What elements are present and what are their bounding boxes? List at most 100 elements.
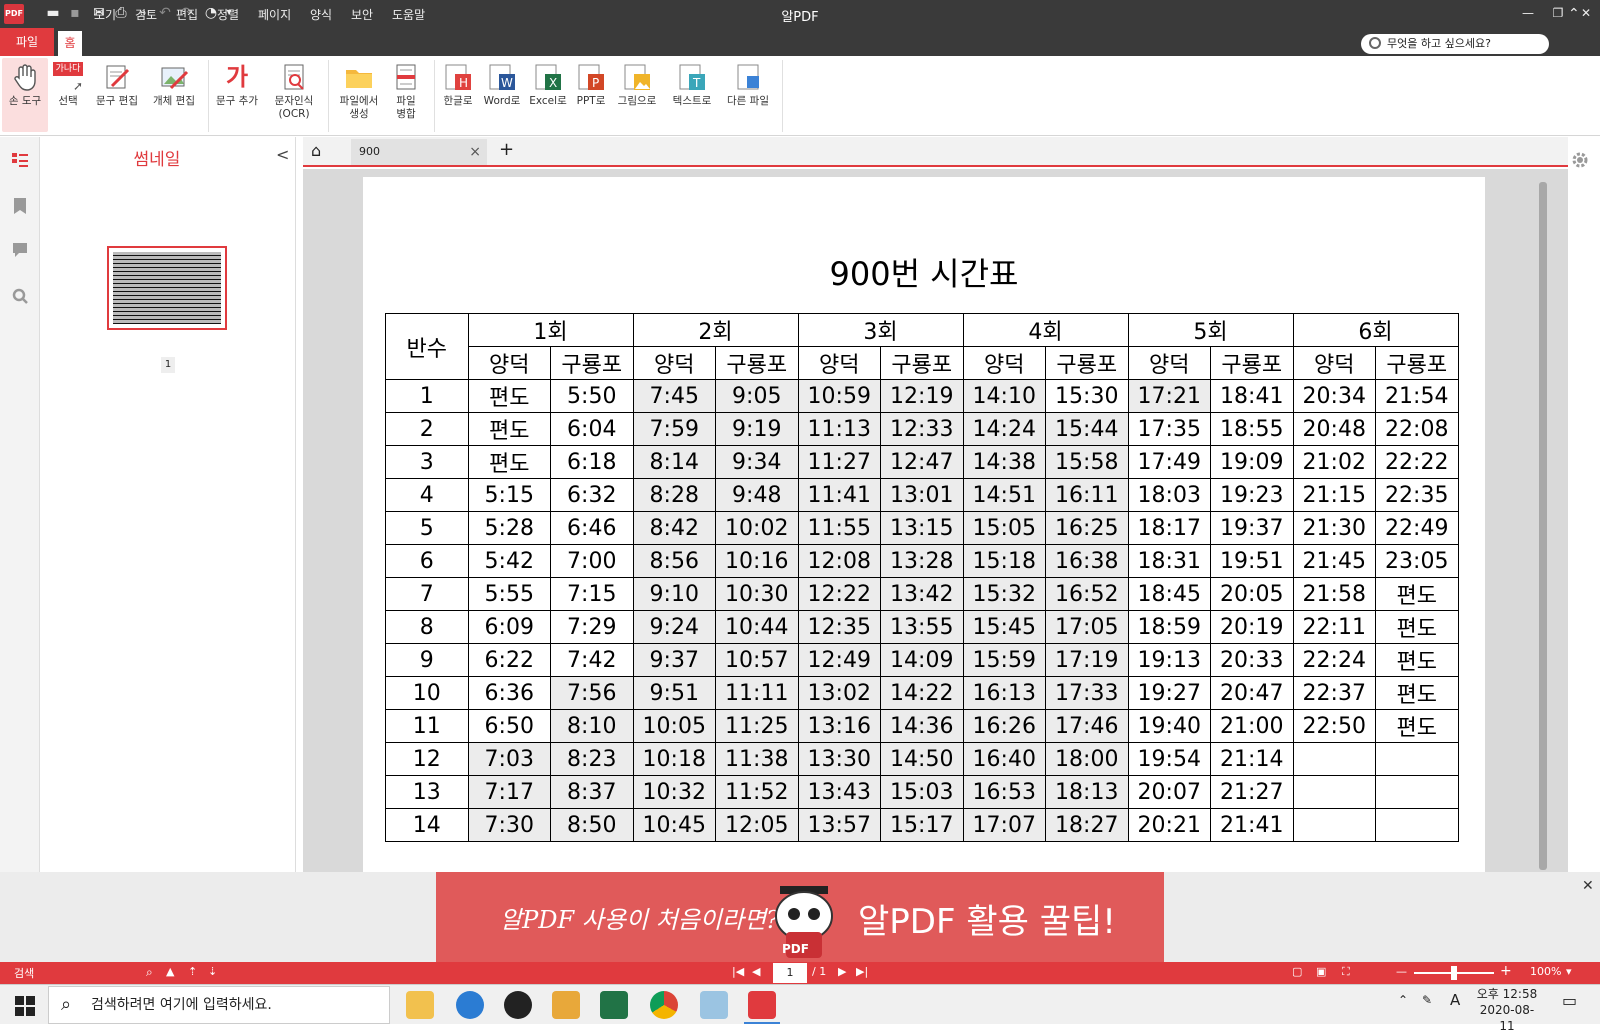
ribbon-collapse-icon[interactable]: ⌃ — [1562, 4, 1586, 24]
convert-excel-button[interactable]: X Excel로 — [526, 58, 570, 132]
edit-text-button[interactable]: 문구 편집 — [90, 58, 144, 132]
convert-ppt-button[interactable]: P PPT로 — [572, 58, 610, 132]
banner-left-text: 알PDF 사용이 처음이라면? — [500, 906, 779, 934]
select-button[interactable]: 가나다 ➚ 선택 — [50, 58, 86, 132]
ad-banner-area: 알PDF 사용이 처음이라면? PDF 알PDF 활용 꿀팁! — [0, 872, 1600, 964]
document-tab[interactable]: 900 × — [351, 139, 487, 165]
convert-image-button[interactable]: 그림으로 — [612, 58, 662, 132]
help-search-input[interactable]: 무엇을 하고 싶으세요? — [1361, 34, 1549, 54]
time-cell: 7:42 — [550, 643, 634, 677]
fit-width-icon[interactable]: ▣ — [1316, 965, 1326, 978]
ime-indicator[interactable]: A — [1450, 991, 1460, 1009]
full-screen-icon[interactable]: ⛶ — [1342, 965, 1350, 979]
convert-text-button[interactable]: T 텍스트로 — [666, 58, 718, 132]
prev-page-icon[interactable]: ◀ — [752, 965, 760, 978]
collapse-panel-icon[interactable]: < — [276, 145, 289, 164]
new-tab-icon[interactable]: + — [499, 139, 514, 160]
document-viewport[interactable]: 900번 시간표 반수 1회 2회 3회 4회 5회 6회 양덕 구룡포 양덕 구룡포… — [303, 169, 1568, 877]
time-cell: 10:44 — [715, 610, 799, 644]
fit-page-icon[interactable]: ▢ — [1292, 965, 1302, 978]
promo-banner[interactable]: 알PDF 사용이 처음이라면? PDF 알PDF 활용 꿀팁! — [436, 872, 1164, 964]
taskbar-search-input[interactable]: ⌕ 검색하려면 여기에 입력하세요. — [48, 986, 390, 1024]
comment-icon[interactable] — [11, 241, 29, 259]
menu-home[interactable]: 홈 — [58, 31, 82, 56]
merge-files-button[interactable]: 파일 병합 — [386, 58, 426, 132]
svg-text:P: P — [592, 76, 599, 90]
menu-review[interactable]: 검토 — [129, 5, 163, 25]
next-result-icon[interactable]: ⇣ — [208, 965, 217, 978]
zoom-out-icon[interactable]: — — [1396, 965, 1407, 978]
svg-text:X: X — [549, 76, 557, 90]
excel-icon[interactable] — [600, 991, 628, 1019]
convert-word-button[interactable]: W Word로 — [480, 58, 524, 132]
time-cell: 10:45 — [632, 808, 716, 842]
thumbnail-page-number: 1 — [161, 357, 175, 373]
internet-explorer-icon[interactable] — [456, 991, 484, 1019]
ocr-button[interactable]: 문자인식 (OCR) — [266, 58, 322, 132]
home-icon[interactable]: ⌂ — [311, 141, 321, 160]
settings-gear-icon[interactable] — [1570, 150, 1590, 170]
page-thumbnail[interactable] — [107, 246, 227, 330]
zoom-level[interactable]: 100% — [1530, 965, 1561, 978]
chrome-icon[interactable] — [650, 991, 678, 1019]
tray-expand-icon[interactable]: ⌃ — [1398, 993, 1408, 1007]
time-cell: 6:46 — [550, 511, 634, 545]
time-cell: 21:45 — [1292, 544, 1376, 578]
zoom-slider-handle[interactable] — [1451, 966, 1457, 980]
alpdf-taskbar-icon[interactable] — [748, 991, 776, 1019]
clock[interactable]: 오후 12:58 2020-08-11 — [1474, 986, 1540, 1034]
trip-number-cell: 6 — [385, 544, 469, 578]
select-label: 선택 — [58, 95, 78, 107]
hand-tool-label: 손 도구 — [8, 95, 42, 107]
windows-start-icon[interactable] — [14, 995, 36, 1017]
convert-other-button[interactable]: 다른 파일 — [720, 58, 776, 132]
menu-arrange[interactable]: 정렬 — [211, 5, 245, 25]
find-icon[interactable]: ⌕ — [146, 965, 153, 980]
time-cell: 19:51 — [1210, 544, 1294, 578]
menu-page[interactable]: 페이지 — [252, 5, 297, 25]
time-cell: 11:41 — [797, 478, 881, 512]
menu-view[interactable]: 보기 — [88, 5, 122, 25]
time-cell: 9:37 — [632, 643, 716, 677]
paint-icon[interactable] — [700, 991, 728, 1019]
menu-edit[interactable]: 편집 — [170, 5, 204, 25]
search-panel-icon[interactable] — [11, 287, 29, 305]
first-page-icon[interactable]: |◀ — [732, 965, 744, 978]
menu-file[interactable]: 파일 — [0, 28, 54, 56]
time-cell: 7:59 — [632, 412, 716, 446]
zoom-in-icon[interactable]: + — [1500, 963, 1512, 979]
page-number-input[interactable]: 1 — [773, 963, 807, 983]
media-player-icon[interactable] — [504, 991, 532, 1019]
bookmark-icon[interactable] — [11, 197, 29, 215]
create-from-file-button[interactable]: 파일에서 생성 — [334, 58, 384, 132]
add-text-button[interactable]: 가 문구 추가 — [212, 58, 262, 132]
file-explorer-icon[interactable] — [406, 991, 434, 1019]
find-up-icon[interactable]: ▲ — [166, 965, 174, 978]
edit-object-button[interactable]: 개체 편집 — [146, 58, 202, 132]
ppt-file-icon: P — [578, 64, 604, 90]
ribbon-toolbar: 손 도구 가나다 ➚ 선택 문구 편집 개체 편집 가 문구 추가 문자인식 (OC… — [0, 56, 1600, 136]
close-tab-icon[interactable]: × — [469, 139, 481, 165]
prev-result-icon[interactable]: ⇡ — [188, 965, 197, 978]
thumbnail-panel-icon[interactable] — [11, 151, 29, 169]
round-header: 2회 — [632, 313, 799, 347]
next-page-icon[interactable]: ▶ — [838, 965, 846, 978]
menu-help[interactable]: 도움말 — [386, 5, 431, 25]
hand-tool-button[interactable]: 손 도구 — [2, 58, 48, 132]
time-cell: 13:30 — [797, 742, 881, 776]
minimize-icon[interactable]: — — [1518, 4, 1538, 22]
app-icon[interactable] — [552, 991, 580, 1019]
zoom-dropdown-icon[interactable]: ▾ — [1566, 965, 1572, 978]
notification-icon[interactable]: ▭ — [1562, 991, 1577, 1010]
convert-hangul-button[interactable]: H 한글로 — [438, 58, 478, 132]
last-page-icon[interactable]: ▶| — [856, 965, 868, 978]
menu-form[interactable]: 양식 — [304, 5, 338, 25]
time-cell: 19:40 — [1127, 709, 1211, 743]
menu-security[interactable]: 보안 — [345, 5, 379, 25]
time-cell: 15:30 — [1045, 379, 1129, 413]
time-cell: 16:11 — [1045, 478, 1129, 512]
trip-number-cell: 12 — [385, 742, 469, 776]
close-banner-icon[interactable]: ✕ — [1582, 878, 1594, 894]
vertical-scrollbar[interactable] — [1539, 182, 1547, 870]
pen-icon[interactable]: ✎ — [1422, 993, 1432, 1007]
